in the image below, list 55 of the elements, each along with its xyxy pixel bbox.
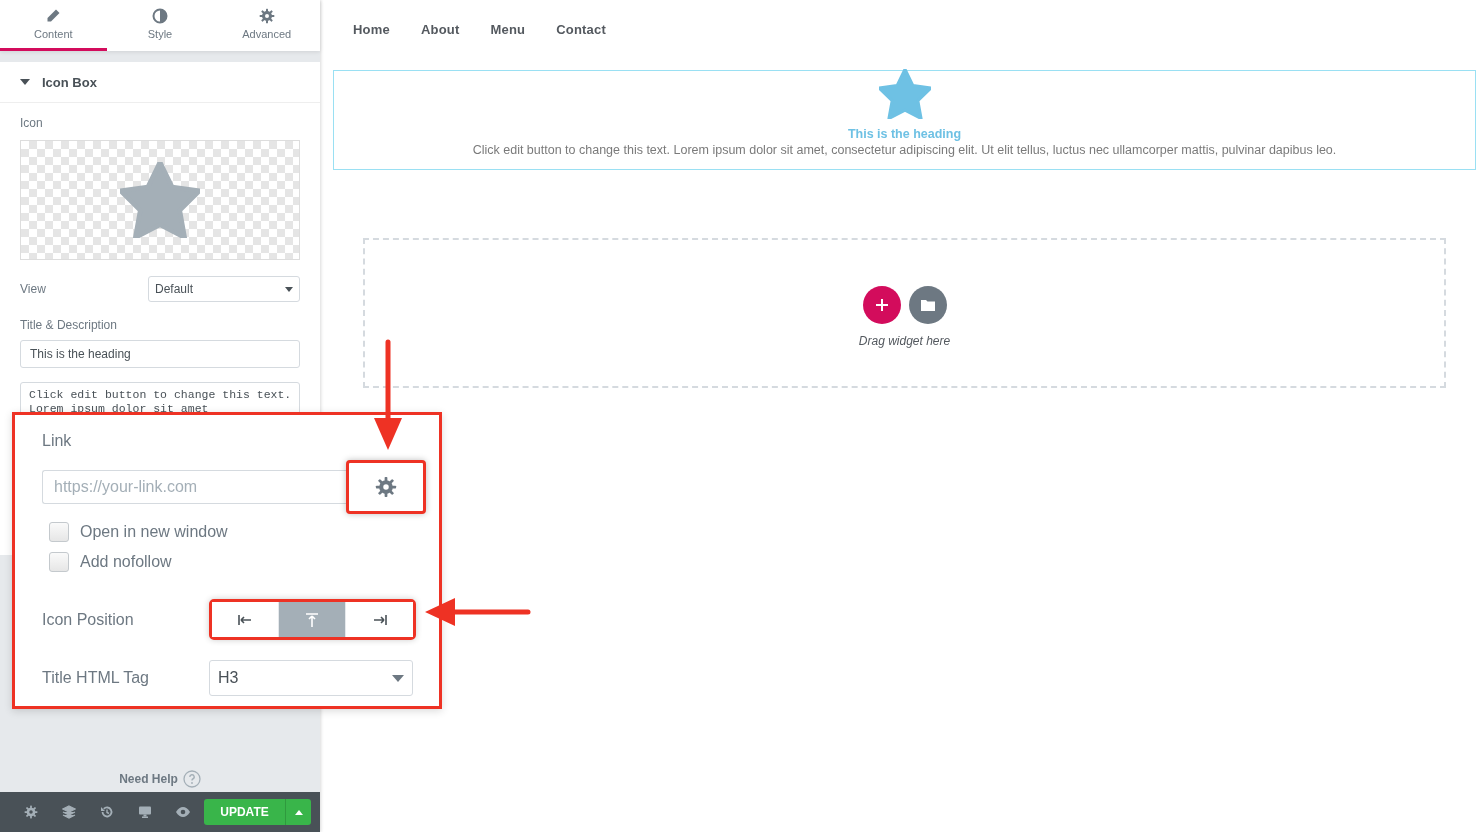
add-template-button[interactable] — [908, 286, 947, 324]
contrast-icon — [152, 8, 168, 24]
pencil-icon — [45, 8, 62, 24]
caret-down-icon — [392, 674, 404, 682]
field-label: Link — [42, 432, 72, 449]
icon-preview[interactable] — [20, 140, 300, 260]
eye-icon[interactable] — [175, 806, 191, 818]
icon-box-heading: This is the heading — [847, 127, 962, 141]
nav-link[interactable]: About — [408, 21, 479, 37]
icon-box-text: Click edit button to change this text. Lorem ipsum dolor sit amet, consectetur adipiscing elit. Ut elit tellus, luctus nec ullamcorper mattis, pulvinar dapibus leo. — [472, 143, 1337, 157]
align-top-icon — [306, 612, 318, 627]
field-label: Icon Position — [42, 610, 135, 629]
plus-icon — [875, 299, 888, 311]
icon-position-option[interactable] — [212, 602, 279, 637]
caret-up-icon — [294, 809, 303, 815]
section-title[interactable]: Icon Box — [42, 74, 97, 90]
icon-position-control[interactable] — [209, 599, 416, 640]
update-options-button[interactable] — [285, 799, 311, 825]
link-input[interactable]: https://your-link.com — [42, 470, 347, 504]
drop-hint: Drag widget here — [858, 334, 951, 348]
icon-position-option[interactable] — [346, 602, 413, 637]
checkbox-label[interactable]: Open in new window — [80, 523, 228, 541]
monitor-icon[interactable] — [138, 805, 152, 819]
folder-icon — [920, 299, 935, 311]
panel-tab[interactable]: Content — [0, 0, 107, 51]
field-label: Title HTML Tag — [42, 669, 150, 687]
view-select[interactable]: Default — [148, 276, 300, 302]
star-icon — [120, 162, 200, 238]
title-tag-select[interactable]: H3 — [209, 660, 413, 696]
history-icon[interactable] — [100, 805, 114, 819]
nav-link[interactable]: Contact — [544, 21, 625, 37]
checkbox-label[interactable]: Add nofollow — [80, 553, 172, 571]
help-link[interactable]: Need Help — [119, 772, 178, 786]
star-icon — [878, 69, 931, 119]
icon-box[interactable]: This is the heading Click edit button to change this text. Lorem ipsum dolor sit amet, consectetur adipiscing elit. Ut elit tellus, luctus nec ullamcorper mattis, pulvinar dapibus leo. — [333, 70, 1476, 170]
drop-zone[interactable]: Drag widget here — [363, 238, 1446, 388]
checkbox[interactable] — [49, 552, 69, 572]
title-input[interactable]: This is the heading — [20, 340, 300, 368]
align-left-icon — [238, 614, 252, 625]
nav-link[interactable]: Menu — [478, 21, 545, 37]
caret-down-icon — [285, 286, 293, 292]
field-label: Icon — [20, 116, 43, 130]
layers-icon[interactable] — [62, 805, 76, 819]
nav-link[interactable]: Home — [341, 21, 409, 37]
field-label: Title & Description — [20, 318, 117, 332]
checkbox[interactable] — [49, 522, 69, 542]
panel-tab[interactable]: Style — [106, 0, 214, 51]
settings-icon[interactable] — [24, 805, 38, 819]
field-label: View — [20, 282, 46, 296]
align-right-icon — [372, 614, 387, 625]
add-section-button[interactable] — [862, 286, 901, 324]
link-options-button[interactable] — [346, 460, 426, 514]
gear-icon — [258, 8, 275, 24]
settings-icon — [375, 476, 397, 498]
panel-tab[interactable]: Advanced — [213, 0, 320, 51]
